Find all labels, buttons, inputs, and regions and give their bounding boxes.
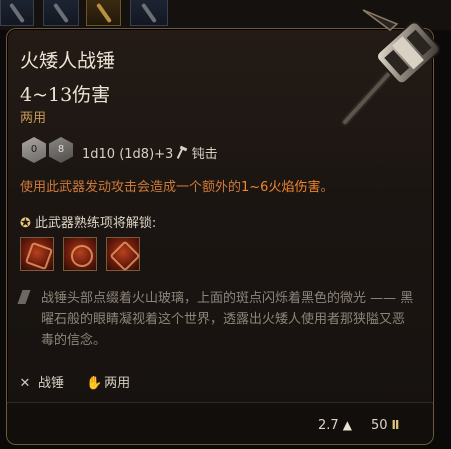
crossed-weapons-icon: ✕ (19, 376, 31, 391)
ability-fire-smash[interactable] (63, 237, 97, 271)
weapon-icon (53, 2, 69, 23)
fire-cleave-icon (109, 240, 141, 272)
damage-type: 钝击 (191, 147, 218, 162)
hotbar-slot[interactable] (86, 0, 121, 26)
item-weight: 2.7 ▲ (318, 418, 352, 433)
hotbar-slot[interactable] (130, 0, 168, 26)
weapon-icon (95, 2, 112, 23)
dice-group: 0 8 (22, 137, 74, 165)
d10-die-icon: 0 (22, 137, 46, 163)
fire-strike-icon (24, 241, 54, 271)
item-name: 火矮人战锤 (20, 50, 116, 72)
item-subtype: 两用 (20, 111, 47, 126)
ability-fire-strike[interactable] (20, 237, 54, 271)
effect-highlight: 1~6火焰伤害 (241, 180, 321, 195)
tooltip-footer (7, 402, 433, 444)
effect-suffix: 。 (320, 180, 334, 195)
weapon-icon (9, 2, 25, 23)
weight-icon: ▲ (342, 418, 352, 432)
hotbar-slot[interactable] (0, 0, 34, 26)
d8-die-icon: 8 (49, 137, 73, 163)
damage-line: 1d10 (1d8)+3 钝击 (82, 143, 218, 162)
warhammer-icon (341, 9, 440, 126)
weapon-effect: 使用此武器发动攻击会造成一个额外的1~6火焰伤害。 (20, 176, 333, 195)
fire-smash-icon (69, 243, 95, 269)
weapon-icon (141, 2, 157, 23)
ability-fire-cleave[interactable] (106, 237, 141, 272)
hotbar-slot[interactable] (43, 0, 79, 26)
item-damage: 4~13伤害 (20, 84, 111, 106)
unlock-label: 此武器熟练项将解锁: (34, 216, 157, 231)
hand-icon: ✋ (86, 376, 103, 391)
handedness: 两用 (104, 376, 131, 391)
weight-value: 2.7 (318, 418, 339, 433)
effect-prefix: 使用此武器发动攻击会造成一个额外的 (20, 180, 242, 195)
damage-roll: 1d10 (1d8)+3 (82, 147, 174, 162)
flavor-text: 战锤头部点缀着火山玻璃，上面的斑点闪烁着黑色的微光 —— 黑曜石般的眼睛凝视着这… (41, 291, 414, 348)
lightbulb-icon: ✪ (20, 216, 31, 231)
price-value: 50 (371, 418, 388, 433)
unlock-heading: ✪ 此武器熟练项将解锁: (20, 212, 156, 231)
bludgeon-icon (177, 147, 187, 159)
item-properties: ✕ 战锤 ✋ 两用 (18, 372, 131, 391)
item-price: 50 Ⅱ (371, 418, 399, 433)
gold-coin-icon: Ⅱ (391, 418, 400, 432)
weapon-category: 战锤 (38, 376, 65, 391)
